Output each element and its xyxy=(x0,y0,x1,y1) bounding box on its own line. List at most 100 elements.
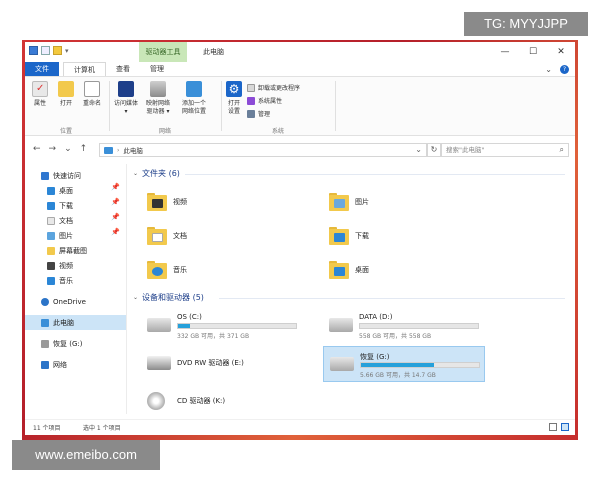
address-dropdown-icon[interactable]: ⌄ xyxy=(415,145,422,154)
sidebar-item-label: 桌面 xyxy=(59,186,73,195)
add-network-location-button[interactable]: 添加一个 网络位置 xyxy=(182,81,206,116)
folder-item-pictures[interactable]: 图片 xyxy=(329,188,369,216)
folder-item-documents[interactable]: 文档 xyxy=(147,222,187,250)
devices-section-header[interactable]: ⌄ 设备和驱动器 (5) xyxy=(133,292,573,303)
recent-locations-button[interactable]: ⌄ xyxy=(64,144,72,154)
manage-button[interactable]: 管理 xyxy=(247,109,270,118)
status-bar: 11 个项目 选中 1 个项目 xyxy=(25,419,575,435)
expand-ribbon-icon[interactable]: ⌄ xyxy=(545,65,552,74)
folder-item-music[interactable]: 音乐 xyxy=(147,256,187,284)
back-button[interactable]: ← xyxy=(33,144,41,154)
section-title: 设备和驱动器 (5) xyxy=(142,293,204,302)
cloud-icon xyxy=(41,297,49,306)
pin-icon[interactable]: 📌 xyxy=(111,198,120,206)
up-button[interactable]: ↑ xyxy=(80,144,88,154)
breadcrumb-this-pc[interactable]: 此电脑 xyxy=(123,145,143,155)
open-settings-label: 打开 设置 xyxy=(227,100,240,115)
search-input[interactable]: 搜索"此电脑" ⌕ xyxy=(441,143,569,157)
window-title: 此电脑 xyxy=(203,48,224,56)
pin-icon[interactable]: 📌 xyxy=(111,228,120,236)
map-network-drive-button[interactable]: 映射网络 驱动器 ▾ xyxy=(146,81,170,116)
ribbon: ✓ 属性 打开 重命名 位置 访问媒体 ▾ 映射网络 驱动器 ▾ 添加一个 网络… xyxy=(25,76,575,136)
access-media-button[interactable]: 访问媒体 ▾ xyxy=(114,81,138,116)
open-button[interactable]: 打开 xyxy=(55,81,77,108)
properties-icon: ✓ xyxy=(32,81,48,97)
folder-icon[interactable] xyxy=(53,46,62,55)
refresh-button[interactable]: ↻ xyxy=(427,143,441,157)
desktop-folder-icon xyxy=(329,261,349,279)
gear-icon: ⚙ xyxy=(226,81,242,97)
sidebar-item-pictures[interactable]: 图片 📌 xyxy=(25,228,126,243)
tab-computer[interactable]: 计算机 xyxy=(63,62,106,76)
navigation-buttons: ← → ⌄ ↑ xyxy=(33,144,87,154)
uninstall-programs-button[interactable]: 卸载或更改程序 xyxy=(247,83,300,92)
properties-label: 属性 xyxy=(33,100,46,107)
sidebar-item-quick-access[interactable]: 快速访问 xyxy=(25,168,126,183)
drive-item-c[interactable]: OS (C:) 332 GB 可用，共 371 GB xyxy=(141,308,311,344)
sidebar-item-desktop[interactable]: 桌面 📌 xyxy=(25,183,126,198)
sidebar-item-screenshots[interactable]: 屏幕截图 xyxy=(25,243,126,258)
breadcrumb-chevron-icon[interactable]: › xyxy=(117,147,119,154)
details-view-icon[interactable] xyxy=(549,423,557,431)
manage-label: 管理 xyxy=(258,111,271,118)
folder-name: 图片 xyxy=(355,198,369,206)
drive-icon xyxy=(41,339,49,348)
pin-icon[interactable]: 📌 xyxy=(111,183,120,191)
sidebar-item-network[interactable]: 网络 xyxy=(25,357,126,372)
videos-folder-icon xyxy=(147,193,167,211)
large-icons-view-icon[interactable] xyxy=(561,423,569,431)
pin-icon[interactable]: 📌 xyxy=(111,213,120,221)
address-box[interactable]: › 此电脑 ⌄ xyxy=(99,143,427,157)
drive-item-k[interactable]: CD 驱动器 (K:) xyxy=(141,384,311,420)
folder-item-desktop[interactable]: 桌面 xyxy=(329,256,369,284)
ribbon-divider xyxy=(335,81,336,131)
dvd-drive-icon xyxy=(147,356,171,370)
drive-item-e[interactable]: DVD RW 驱动器 (E:) xyxy=(141,346,311,382)
sidebar-item-this-pc[interactable]: 此电脑 xyxy=(25,315,126,330)
sidebar-item-onedrive[interactable]: OneDrive xyxy=(25,294,126,309)
sidebar-item-music[interactable]: 音乐 xyxy=(25,273,126,288)
sidebar-item-label: 图片 xyxy=(59,231,73,240)
tab-manage[interactable]: 管理 xyxy=(140,62,174,76)
folders-section-header[interactable]: ⌄ 文件夹 (6) xyxy=(133,168,573,179)
minimize-button[interactable]: — xyxy=(491,42,519,62)
quick-access-toolbar: ▾ xyxy=(29,46,69,55)
section-divider xyxy=(185,174,565,175)
properties-button[interactable]: ✓ 属性 xyxy=(29,81,51,108)
maximize-button[interactable]: ☐ xyxy=(519,42,547,62)
checkbox-icon[interactable] xyxy=(41,46,50,55)
group-caption-system: 系统 xyxy=(271,128,284,135)
drive-space-info: 558 GB 可用，共 558 GB xyxy=(359,333,432,340)
sidebar-item-downloads[interactable]: 下载 📌 xyxy=(25,198,126,213)
rename-button[interactable]: 重命名 xyxy=(81,81,103,108)
tab-view[interactable]: 查看 xyxy=(106,62,140,76)
sidebar-item-label: 下载 xyxy=(59,201,73,210)
drive-usage-bar xyxy=(359,323,479,329)
drive-item-d[interactable]: DATA (D:) 558 GB 可用，共 558 GB xyxy=(323,308,485,344)
window-controls: — ☐ ✕ xyxy=(491,42,575,62)
collapse-chevron-icon[interactable]: ⌄ xyxy=(133,294,138,301)
folder-item-videos[interactable]: 视频 xyxy=(147,188,187,216)
qat-dropdown-icon[interactable]: ▾ xyxy=(65,47,69,55)
system-properties-icon xyxy=(247,96,255,105)
sidebar-item-documents[interactable]: 文档 📌 xyxy=(25,213,126,228)
drive-item-g[interactable]: 恢复 (G:) 5.66 GB 可用，共 14.7 GB xyxy=(323,346,485,382)
drive-name: CD 驱动器 (K:) xyxy=(177,397,226,405)
folder-item-downloads[interactable]: 下载 xyxy=(329,222,369,250)
tab-file[interactable]: 文件 xyxy=(25,62,59,76)
system-properties-button[interactable]: 系统属性 xyxy=(247,96,282,105)
drive-name: DATA (D:) xyxy=(359,313,393,321)
network-location-icon xyxy=(186,81,202,97)
item-count: 11 个项目 xyxy=(33,425,61,432)
open-settings-button[interactable]: ⚙ 打开 设置 xyxy=(223,81,245,116)
forward-button[interactable]: → xyxy=(49,144,57,154)
open-label: 打开 xyxy=(59,100,72,107)
computer-management-icon xyxy=(247,109,255,118)
help-icon[interactable]: ? xyxy=(560,64,569,74)
sidebar-item-videos[interactable]: 视频 xyxy=(25,258,126,273)
sidebar-item-recovery-drive[interactable]: 恢复 (G:) xyxy=(25,336,126,351)
desktop-icon xyxy=(47,186,55,195)
collapse-chevron-icon[interactable]: ⌄ xyxy=(133,170,138,177)
close-button[interactable]: ✕ xyxy=(547,42,575,62)
search-icon[interactable]: ⌕ xyxy=(560,144,564,156)
